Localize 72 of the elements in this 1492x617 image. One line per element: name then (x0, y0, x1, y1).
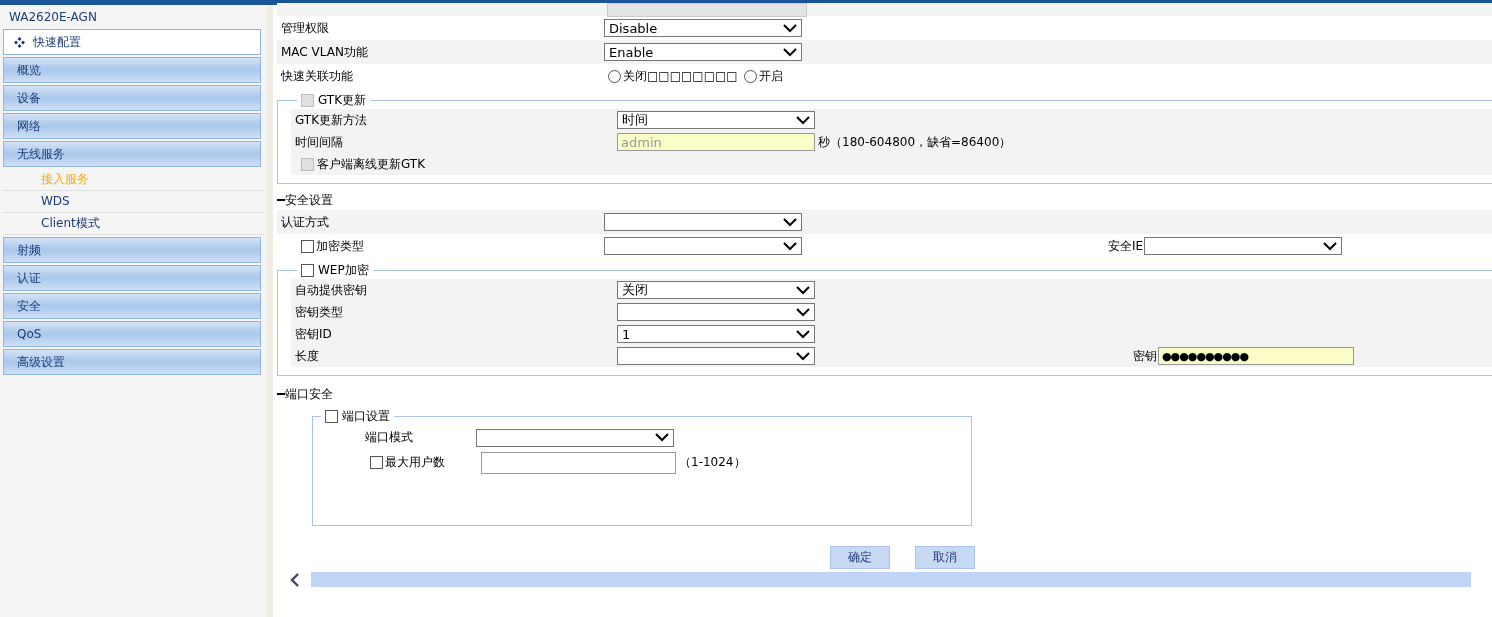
nav-item[interactable]: 网络 (3, 113, 261, 139)
section-title: 端口安全 (285, 385, 333, 403)
field-label: 认证方式 (281, 213, 330, 231)
chevron-down-icon (796, 285, 810, 295)
nav-item[interactable]: 认证 (3, 265, 261, 291)
dropdown[interactable] (617, 347, 815, 365)
field-label: 快速关联功能 (281, 67, 354, 85)
form-button[interactable]: 确定 (830, 546, 890, 569)
dropdown[interactable]: Disable (604, 19, 802, 37)
nav-item[interactable]: QoS (3, 321, 261, 347)
chevron-down-icon (796, 351, 810, 361)
nav-subitem[interactable]: Client模式 (3, 213, 264, 235)
section-title: 安全设置 (285, 191, 333, 209)
input-field[interactable] (481, 451, 676, 474)
chevron-down-icon (783, 217, 797, 227)
dropdown[interactable] (476, 428, 674, 447)
dropdown[interactable]: 1 (617, 325, 815, 343)
chevron-down-icon (655, 433, 669, 442)
chevron-down-icon (783, 47, 797, 57)
field-label: MAC VLAN功能 (281, 43, 369, 61)
nav-item[interactable]: 高级设置 (3, 349, 261, 375)
chevron-down-icon (796, 307, 810, 317)
dropdown[interactable] (604, 213, 802, 231)
checkbox-label: 客户端离线更新GTK (317, 155, 426, 173)
nav-item[interactable]: 无线服务 (3, 141, 261, 167)
checkbox[interactable] (301, 239, 314, 253)
checkbox-label: 最大用户数 (385, 454, 445, 471)
dropdown[interactable] (617, 303, 815, 321)
nav-item[interactable]: 概览 (3, 57, 261, 83)
checkbox-label: WEP加密 (318, 262, 369, 279)
field-label: 密钥类型 (295, 303, 344, 321)
scroll-left-icon[interactable] (289, 572, 301, 587)
scrollbar-thumb[interactable] (311, 572, 1471, 587)
dropdown[interactable]: Enable (604, 43, 802, 61)
dropdown[interactable]: 关闭 (617, 281, 815, 299)
field-label: 时间间隔 (295, 133, 344, 151)
checkbox-label: 端口设置 (342, 408, 390, 425)
field-label: 自动提供密钥 (295, 281, 368, 299)
checkbox-label: 加密类型 (316, 237, 364, 255)
chevron-down-icon (783, 23, 797, 33)
chevron-down-icon (783, 241, 797, 251)
field-label: 管理权限 (281, 19, 330, 37)
range-hint: 秒（180-604800，缺省=86400） (818, 133, 1012, 151)
quick-config-item[interactable]: 快速配置 (3, 29, 261, 55)
radio-button[interactable] (743, 69, 757, 83)
field-label: 长度 (295, 347, 320, 365)
field-label: 密钥 (1133, 347, 1157, 365)
password-field[interactable]: ●●●●●●●●●● (1158, 347, 1354, 365)
checkbox[interactable] (301, 264, 314, 277)
dropdown[interactable] (604, 237, 802, 255)
nav-subitem[interactable]: WDS (3, 191, 264, 213)
device-model: WA2620E-AGN (8, 9, 98, 26)
radio-button[interactable] (608, 69, 621, 83)
nav-item[interactable]: 射频 (3, 237, 261, 263)
field-label: 端口模式 (364, 429, 414, 446)
chevron-down-icon (796, 115, 810, 125)
radio-label: 关闭□□□□□□□□ (623, 67, 738, 85)
chevron-down-icon (1323, 241, 1337, 251)
range-hint: （1-1024） (679, 454, 746, 471)
diamond-icon (14, 36, 25, 48)
field-label: 密钥ID (295, 325, 333, 343)
checkbox[interactable] (370, 456, 383, 469)
dropdown[interactable] (1144, 237, 1342, 255)
nav-item[interactable]: 设备 (3, 85, 261, 111)
form-button[interactable]: 取消 (915, 546, 975, 569)
field-label: 安全IE (1107, 237, 1143, 255)
field-label: GTK更新方法 (295, 111, 369, 129)
radio-label: 开启 (758, 67, 783, 85)
checkbox-label: GTK更新 (318, 92, 367, 109)
checkbox[interactable] (325, 410, 338, 423)
chevron-down-icon (796, 329, 810, 339)
nav-item[interactable]: 安全 (3, 293, 261, 319)
